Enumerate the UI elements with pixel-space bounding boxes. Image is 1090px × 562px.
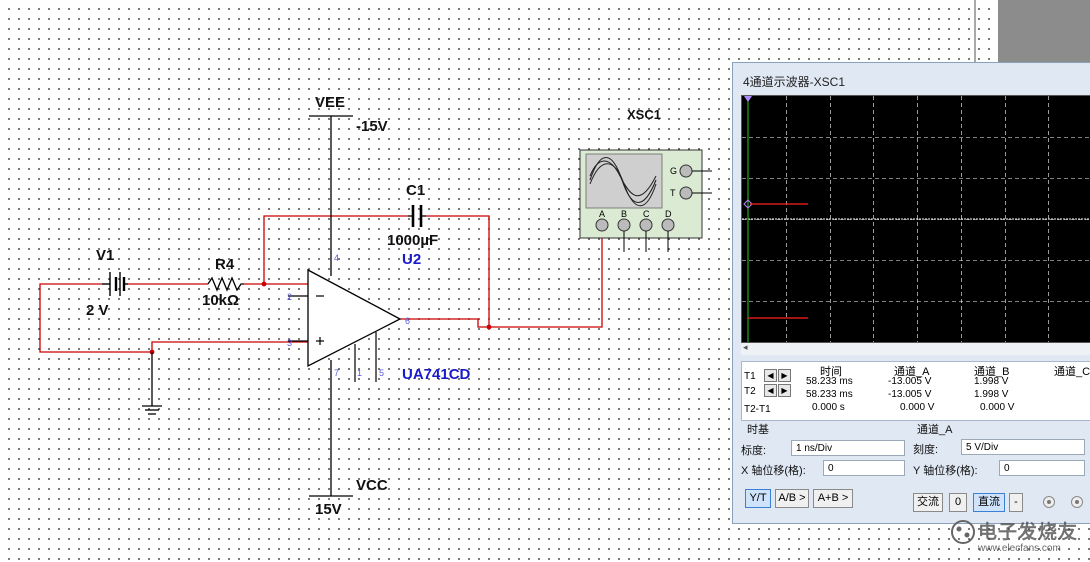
channel-scale-field[interactable]: 5 V/Div	[961, 439, 1085, 455]
vcc-rail	[309, 360, 353, 497]
row-t2-label: T2	[744, 386, 756, 397]
oscilloscope-window[interactable]: 4通道示波器-XSC1 ◂ 时间 通道_A 通道_B 通道_C T1 ◀ ▶ 5…	[732, 62, 1090, 524]
vee-label: VEE	[315, 94, 346, 111]
y-position-field[interactable]: 0	[999, 460, 1085, 476]
scope-terminal-g: G	[670, 166, 678, 176]
pin-1: 1	[357, 368, 363, 378]
row-t2-a: -13.005 V	[888, 389, 932, 400]
timebase-panel: 时基 标度: 1 ns/Div X 轴位移(格): 0 Y/T A/B > A+…	[737, 421, 909, 509]
source-value: 2 V	[86, 302, 109, 319]
vee-value: -15V	[356, 118, 388, 135]
pin-6: 6	[405, 316, 411, 326]
pin-3: 3	[287, 338, 293, 348]
row-delta-label: T2-T1	[744, 404, 771, 415]
battery-symbol	[102, 272, 128, 296]
channel-section-label: 通道_A	[917, 424, 953, 436]
row-t2-time: 58.233 ms	[806, 389, 853, 400]
row-t1-b: 1.998 V	[974, 376, 1009, 387]
t1-left-arrow[interactable]: ◀	[764, 369, 777, 382]
oscilloscope-title: 4通道示波器-XSC1	[743, 75, 846, 89]
y-position-label: Y 轴位移(格):	[913, 465, 978, 477]
coupling-zero-button[interactable]: 0	[949, 493, 967, 512]
resistor-value: 10kΩ	[202, 292, 240, 309]
scope-terminal-d: D	[665, 209, 672, 219]
cursor-marker-icon	[744, 96, 752, 102]
row-t2-b: 1.998 V	[974, 389, 1009, 400]
coupling-minus-button[interactable]: -	[1009, 493, 1023, 512]
vee-rail	[309, 115, 353, 276]
scope-screen[interactable]	[741, 95, 1090, 343]
coupling-ac-button[interactable]: 交流	[913, 493, 943, 512]
channel-scale-label: 刻度:	[913, 444, 939, 456]
capacitor-label: C1	[406, 182, 426, 199]
junction-out	[486, 324, 492, 330]
timebase-scale-label: 标度:	[741, 445, 767, 457]
capacitor-value: 1000µF	[387, 232, 439, 249]
mode-yt-button[interactable]: Y/T	[745, 489, 771, 508]
scope-grid	[742, 96, 1090, 342]
x-position-label: X 轴位移(格):	[741, 465, 806, 477]
measurement-table: 时间 通道_A 通道_B 通道_C T1 ◀ ▶ 58.233 ms -13.0…	[741, 361, 1090, 421]
x-position-field[interactable]: 0	[823, 460, 905, 476]
scope-terminal-a: A	[599, 209, 606, 219]
t1-right-arrow[interactable]: ▶	[778, 369, 791, 382]
scope-ref-label: XSC1	[627, 107, 661, 122]
mode-aplusb-button[interactable]: A+B >	[813, 489, 853, 508]
timebase-scale-field[interactable]: 1 ns/Div	[791, 440, 905, 456]
watermark-url: www.elecfans.com	[978, 543, 1061, 554]
scope-instrument	[579, 149, 712, 252]
wire-output	[400, 236, 603, 328]
opamp-model: UA741CD	[402, 366, 471, 383]
watermark-logo-icon	[951, 520, 975, 544]
wire-feedback-left	[263, 215, 408, 284]
vcc-label: VCC	[356, 477, 388, 494]
row-delta-b: 0.000 V	[980, 402, 1015, 413]
scope-terminal-t: T	[670, 188, 676, 198]
timebase-section-label: 时基	[747, 424, 769, 436]
scope-terminal-b: B	[621, 209, 628, 219]
pin-7: 7	[334, 368, 340, 378]
junction-r4	[261, 281, 267, 287]
capacitor-symbol	[408, 205, 426, 227]
source-label: V1	[96, 247, 115, 264]
opamp-ref: U2	[402, 251, 422, 268]
pin-4: 4	[334, 253, 340, 263]
screen-scrollbar[interactable]: ◂	[741, 342, 1090, 355]
pin-2: 2	[287, 292, 293, 302]
header-channel-c: 通道_C	[1054, 366, 1090, 378]
trigger-radio-1[interactable]	[1043, 496, 1055, 508]
coupling-dc-button[interactable]: 直流	[973, 493, 1005, 512]
trigger-radio-2[interactable]	[1071, 496, 1083, 508]
row-delta-time: 0.000 s	[812, 402, 845, 413]
opamp-symbol	[288, 268, 402, 382]
row-t1-label: T1	[744, 371, 756, 382]
row-t1-time: 58.233 ms	[806, 376, 853, 387]
scroll-left-arrow[interactable]: ◂	[743, 342, 748, 353]
mode-ab-button[interactable]: A/B >	[775, 489, 809, 508]
ground-symbol	[142, 352, 162, 415]
watermark-text: 电子发烧友	[978, 522, 1079, 543]
t2-left-arrow[interactable]: ◀	[764, 384, 777, 397]
watermark: 电子发烧友 www.elecfans.com	[950, 515, 1090, 561]
resistor-label: R4	[215, 256, 235, 273]
t2-right-arrow[interactable]: ▶	[778, 384, 791, 397]
row-t1-a: -13.005 V	[888, 376, 932, 387]
channel-a-panel: 通道_A 刻度: 5 V/Div Y 轴位移(格): 0 交流 0 直流 -	[909, 421, 1089, 512]
pin-5: 5	[379, 368, 385, 378]
row-delta-a: 0.000 V	[900, 402, 935, 413]
resistor-symbol	[207, 276, 244, 292]
workspace-edge	[998, 0, 1090, 62]
scope-terminal-c: C	[643, 209, 650, 219]
wire-noninv	[151, 341, 308, 352]
vcc-value: 15V	[315, 501, 342, 518]
